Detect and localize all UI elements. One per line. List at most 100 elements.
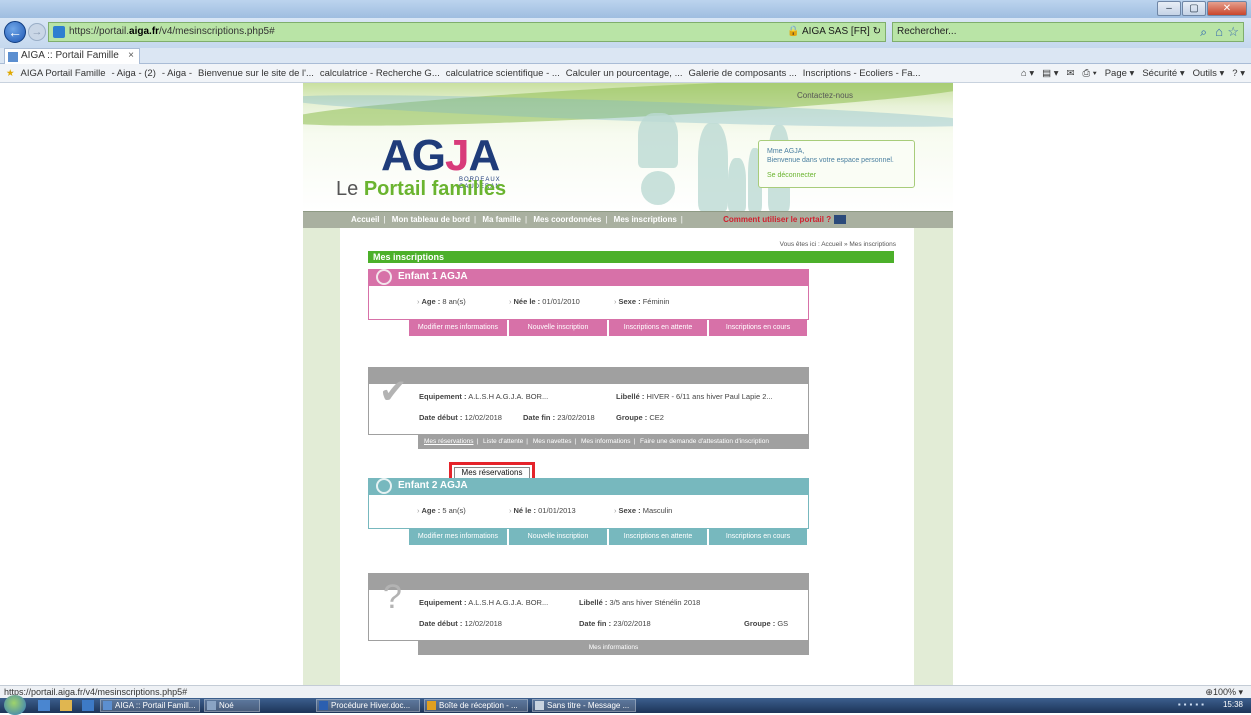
favorites-star-icon[interactable]: ☆ bbox=[1227, 24, 1239, 40]
favorite-link[interactable]: Galerie de composants ... bbox=[689, 68, 797, 79]
menu-item-inscriptions[interactable]: Mes inscriptions bbox=[614, 215, 677, 224]
groupe: Groupe : GS bbox=[744, 619, 789, 628]
refresh-icon[interactable]: ↻ bbox=[873, 26, 881, 37]
status-bar: https://portail.aiga.fr/v4/mesinscriptio… bbox=[0, 685, 1251, 698]
groupe: Groupe : CE2 bbox=[616, 413, 664, 422]
address-input[interactable]: https://portail.aiga.fr/v4/mesinscriptio… bbox=[48, 22, 886, 42]
help-link[interactable]: Comment utiliser le portail ? bbox=[723, 215, 831, 224]
security-menu[interactable]: Sécurité ▾ bbox=[1142, 68, 1184, 79]
current-inscriptions-button[interactable]: Inscriptions en cours bbox=[709, 529, 807, 545]
pending-inscriptions-button[interactable]: Inscriptions en attente bbox=[609, 320, 707, 336]
menu-item-accueil[interactable]: Accueil bbox=[351, 215, 379, 224]
start-button[interactable] bbox=[4, 695, 26, 715]
tools-menu[interactable]: Outils ▾ bbox=[1193, 68, 1225, 79]
feeds-icon[interactable]: ▤ ▾ bbox=[1042, 68, 1058, 79]
help-icon[interactable]: ? ▾ bbox=[1232, 68, 1245, 79]
date-fin: Date fin : 23/02/2018 bbox=[579, 619, 651, 628]
child-actions: Modifier mes informations Nouvelle inscr… bbox=[409, 529, 807, 545]
male-icon bbox=[376, 478, 392, 494]
taskbar-item[interactable]: Noé bbox=[204, 699, 260, 712]
menu-separator: | bbox=[525, 215, 528, 224]
favorites-star-icon[interactable]: ★ bbox=[6, 68, 15, 79]
edit-info-button[interactable]: Modifier mes informations bbox=[409, 320, 507, 336]
print-icon[interactable] bbox=[834, 215, 847, 225]
tab-portail-famille[interactable]: AIGA :: Portail Famille × bbox=[4, 48, 140, 64]
tab-favicon-icon bbox=[8, 52, 18, 62]
new-inscription-button[interactable]: Nouvelle inscription bbox=[509, 529, 607, 545]
favorite-link[interactable]: - Aiga - (2) bbox=[112, 68, 156, 79]
taskbar-item[interactable]: Procédure Hiver.doc... bbox=[316, 699, 420, 712]
print-icon[interactable]: ⎙ ▾ bbox=[1082, 68, 1096, 79]
page-viewport: Contactez-nous AGJA BORDEAUX CAUDERAN Le … bbox=[0, 83, 1251, 685]
maximize-button[interactable]: ▢ bbox=[1182, 1, 1206, 16]
taskbar-item[interactable]: AIGA :: Portail Famill... bbox=[100, 699, 200, 712]
favorite-link[interactable]: Inscriptions - Ecoliers - Fa... bbox=[803, 68, 921, 79]
tab-close-icon[interactable]: × bbox=[128, 49, 134, 63]
favorite-link[interactable]: - Aiga - bbox=[162, 68, 192, 79]
logout-link[interactable]: Se déconnecter bbox=[767, 171, 906, 180]
menu-separator: | bbox=[383, 215, 386, 224]
date-fin: Date fin : 23/02/2018 bbox=[523, 413, 595, 422]
taskbar-item[interactable]: Sans titre - Message ... bbox=[532, 699, 636, 712]
status-url: https://portail.aiga.fr/v4/mesinscriptio… bbox=[4, 687, 188, 697]
favorite-link[interactable]: AIGA Portail Famille bbox=[21, 68, 106, 79]
favorite-link[interactable]: Calculer un pourcentage, ... bbox=[566, 68, 683, 79]
taskbar-item[interactable]: Boîte de réception - ... bbox=[424, 699, 528, 712]
checkmark-icon: ✔ bbox=[379, 373, 408, 411]
system-tray[interactable]: ▪▪▪▪▪ bbox=[1178, 700, 1207, 709]
page-menu[interactable]: Page ▾ bbox=[1105, 68, 1135, 79]
child-header: Enfant 1 AGJA bbox=[368, 269, 809, 285]
mes-reservations-link[interactable]: Mes réservations bbox=[424, 438, 474, 445]
child-birthdate: › Née le : 01/01/2010 bbox=[509, 297, 580, 306]
site-identity[interactable]: 🔒 AIGA SAS [FR] ↻ bbox=[787, 26, 881, 37]
mes-informations-link[interactable]: Mes informations bbox=[581, 438, 631, 445]
home-icon[interactable]: ⌂ bbox=[1215, 24, 1223, 39]
agja-logo: AGJA BORDEAUX CAUDERAN bbox=[381, 131, 501, 190]
child-birthdate: › Né le : 01/01/2013 bbox=[509, 506, 576, 515]
mail-icon[interactable]: ✉ bbox=[1067, 68, 1075, 79]
zoom-icon: ⊕ bbox=[1205, 687, 1213, 697]
new-inscription-button[interactable]: Nouvelle inscription bbox=[509, 320, 607, 336]
minimize-button[interactable]: – bbox=[1157, 1, 1181, 16]
contact-link[interactable]: Contactez-nous bbox=[797, 91, 853, 100]
mes-navettes-link[interactable]: Mes navettes bbox=[533, 438, 572, 445]
pending-inscriptions-button[interactable]: Inscriptions en attente bbox=[609, 529, 707, 545]
windows-taskbar: AIGA :: Portail Famill... Noé Procédure … bbox=[0, 695, 1251, 715]
favorite-link[interactable]: Bienvenue sur le site de l'... bbox=[198, 68, 314, 79]
search-input[interactable]: Rechercher... ⌕ ⌂ ☆ bbox=[892, 22, 1244, 42]
zoom-control[interactable]: ⊕100% ▾ bbox=[1205, 686, 1243, 698]
libelle: Libellé : HIVER - 6/11 ans hiver Paul La… bbox=[616, 392, 773, 401]
explorer-icon[interactable] bbox=[60, 700, 72, 711]
date-debut: Date début : 12/02/2018 bbox=[419, 619, 502, 628]
media-player-icon[interactable] bbox=[38, 700, 50, 711]
portal-title: Le Portail familles bbox=[336, 178, 507, 200]
edit-info-button[interactable]: Modifier mes informations bbox=[409, 529, 507, 545]
menu-item-ma-famille[interactable]: Ma famille bbox=[482, 215, 521, 224]
favorite-link[interactable]: calculatrice scientifique - ... bbox=[446, 68, 560, 79]
mes-informations-link[interactable]: Mes informations bbox=[589, 644, 639, 651]
welcome-box: Mme AGJA, Bienvenue dans votre espace pe… bbox=[758, 140, 915, 188]
close-window-button[interactable]: ✕ bbox=[1207, 1, 1247, 16]
child-card: Enfant 2 AGJA › Age : 5 an(s) › Né le : 01… bbox=[368, 478, 809, 545]
current-inscriptions-button[interactable]: Inscriptions en cours bbox=[709, 320, 807, 336]
forward-button[interactable]: → bbox=[28, 23, 46, 41]
url-text: https://portail.aiga.fr/v4/mesinscriptio… bbox=[69, 26, 275, 37]
clock[interactable]: 15:38 bbox=[1223, 700, 1243, 709]
attestation-link[interactable]: Faire une demande d'attestation d'inscri… bbox=[640, 438, 769, 445]
date-debut: Date début : 12/02/2018 bbox=[419, 413, 502, 422]
child-age: › Age : 5 an(s) bbox=[417, 506, 466, 515]
inscription-header bbox=[368, 573, 809, 589]
menu-item-coordonnees[interactable]: Mes coordonnées bbox=[533, 215, 601, 224]
favorite-link[interactable]: calculatrice - Recherche G... bbox=[320, 68, 440, 79]
inscription-card: ? Equipement : A.L.S.H A.G.J.A. BOR... L… bbox=[368, 573, 809, 655]
search-icon[interactable]: ⌕ bbox=[1200, 25, 1207, 40]
liste-attente-link[interactable]: Liste d'attente bbox=[483, 438, 523, 445]
ie-icon[interactable] bbox=[82, 700, 94, 711]
tab-strip: AIGA :: Portail Famille × bbox=[0, 48, 1251, 64]
menu-item-tableau-de-bord[interactable]: Mon tableau de bord bbox=[392, 215, 470, 224]
child-details: › Age : 5 an(s) › Né le : 01/01/2013 › Sexe… bbox=[368, 494, 809, 529]
window-titlebar: – ▢ ✕ bbox=[0, 0, 1251, 18]
back-button[interactable]: ← bbox=[4, 21, 26, 43]
home-icon[interactable]: ⌂ ▾ bbox=[1021, 68, 1034, 79]
welcome-name: Mme AGJA, bbox=[767, 148, 805, 155]
